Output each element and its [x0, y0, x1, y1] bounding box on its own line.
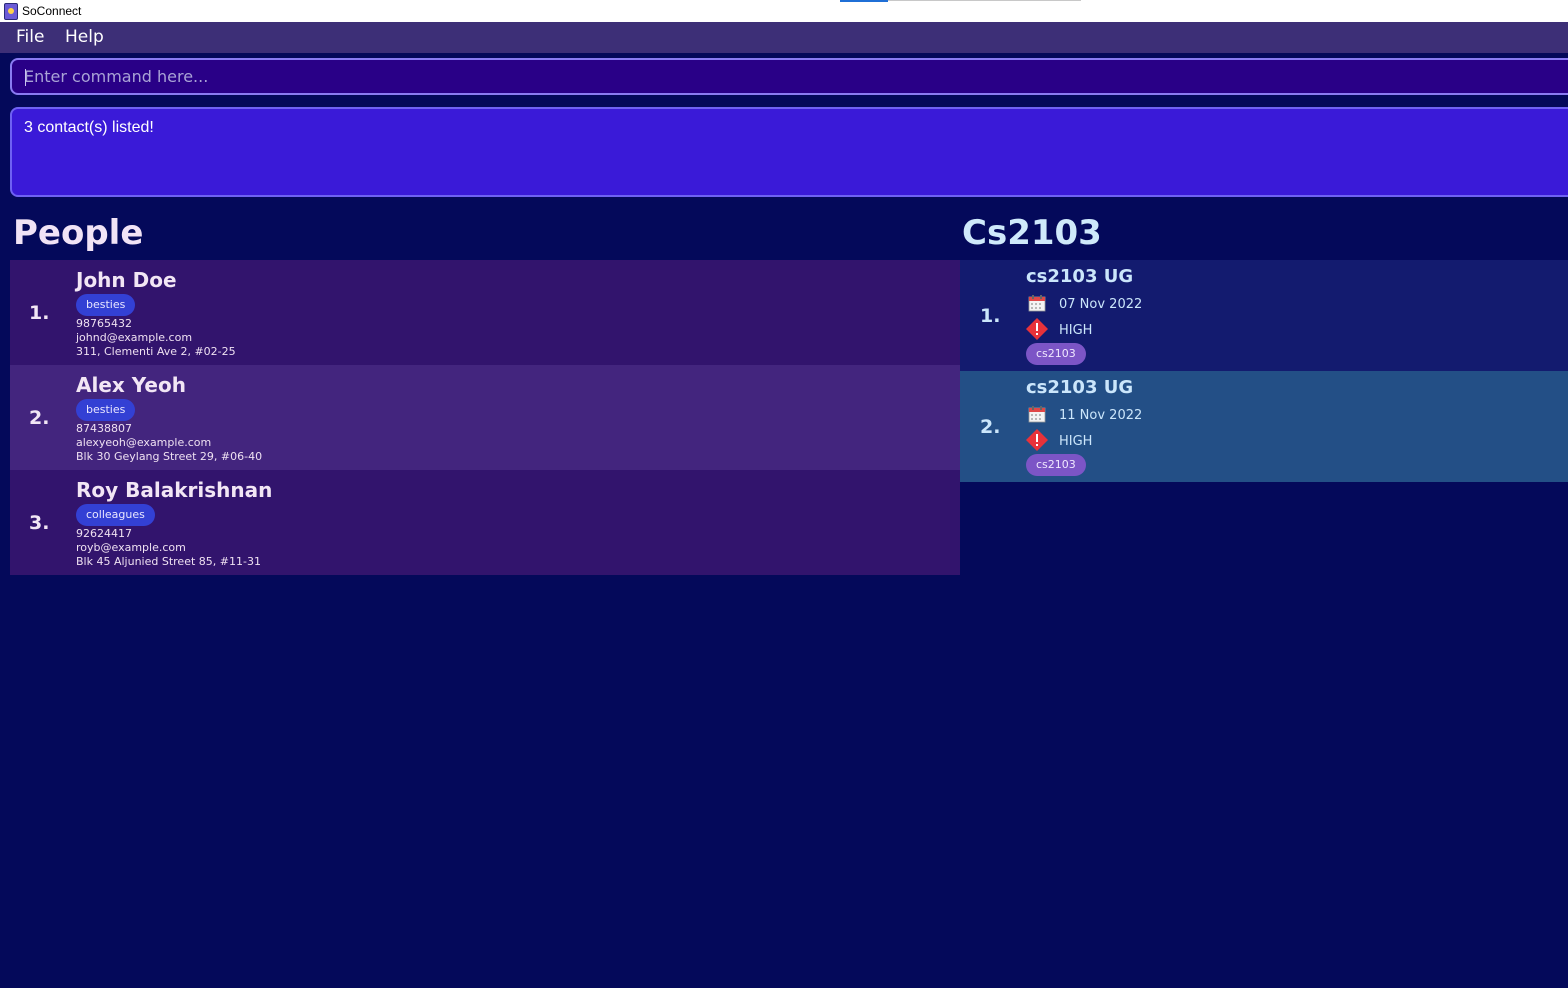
person-phone: 87438807: [76, 422, 132, 435]
titlebar-accent: [840, 0, 888, 2]
person-address: 311, Clementi Ave 2, #02-25: [76, 345, 236, 358]
person-index: 1.: [29, 302, 50, 324]
task-priority: HIGH: [1059, 434, 1093, 449]
person-email: alexyeoh@example.com: [76, 436, 212, 449]
priority-high-icon: [1026, 429, 1048, 451]
menu-bar: File Help: [0, 22, 1568, 53]
task-name: cs2103 UG: [1026, 377, 1134, 398]
app-icon: [4, 3, 18, 20]
result-display: 3 contact(s) listed!: [10, 107, 1568, 197]
person-name: John Doe: [76, 268, 177, 292]
person-index: 2.: [29, 407, 50, 429]
menu-file[interactable]: File: [16, 27, 44, 47]
priority-high-icon: [1026, 318, 1048, 340]
person-phone: 98765432: [76, 317, 132, 330]
person-tag: colleagues: [76, 504, 155, 526]
person-index: 3.: [29, 512, 50, 534]
task-index: 1.: [980, 305, 1001, 327]
person-tag: besties: [76, 399, 136, 421]
person-name: Alex Yeoh: [76, 373, 186, 397]
people-panel-title: People: [13, 213, 144, 253]
task-name: cs2103 UG: [1026, 266, 1134, 287]
command-box: [10, 58, 1568, 95]
command-input[interactable]: [24, 60, 1524, 93]
task-card[interactable]: 2. cs2103 UG 11 Nov 2022 HIGH cs2103: [960, 371, 1568, 482]
person-tag: besties: [76, 294, 136, 316]
task-tag: cs2103: [1026, 454, 1086, 476]
tasks-panel-title: Cs2103: [962, 213, 1102, 253]
text-caret: [25, 69, 26, 86]
person-card[interactable]: 1. John Doe besties 98765432 johnd@examp…: [10, 260, 960, 365]
person-name: Roy Balakrishnan: [76, 478, 273, 502]
person-phone: 92624417: [76, 527, 132, 540]
menu-help[interactable]: Help: [65, 27, 104, 47]
task-priority: HIGH: [1059, 323, 1093, 338]
calendar-icon: [1028, 406, 1046, 423]
person-card[interactable]: 3. Roy Balakrishnan colleagues 92624417 …: [10, 470, 960, 575]
titlebar-divider: [888, 0, 1081, 1]
window-title: SoConnect: [22, 4, 82, 18]
person-address: Blk 30 Geylang Street 29, #06-40: [76, 450, 263, 463]
person-card[interactable]: 2. Alex Yeoh besties 87438807 alexyeoh@e…: [10, 365, 960, 470]
person-email: royb@example.com: [76, 541, 186, 554]
task-date: 07 Nov 2022: [1059, 297, 1143, 312]
task-card[interactable]: 1. cs2103 UG 07 Nov 2022 HIGH cs2103: [960, 260, 1568, 371]
calendar-icon: [1028, 295, 1046, 312]
window-titlebar: SoConnect: [0, 0, 1568, 22]
task-index: 2.: [980, 416, 1001, 438]
task-date: 11 Nov 2022: [1059, 408, 1143, 423]
person-address: Blk 45 Aljunied Street 85, #11-31: [76, 555, 261, 568]
person-email: johnd@example.com: [76, 331, 193, 344]
result-message: 3 contact(s) listed!: [24, 119, 154, 136]
task-tag: cs2103: [1026, 343, 1086, 365]
